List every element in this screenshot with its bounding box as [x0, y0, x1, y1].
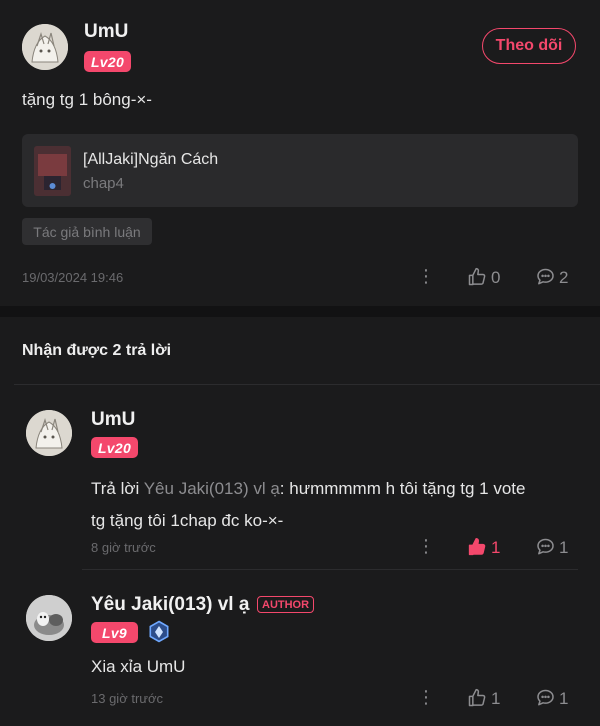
more-options-icon[interactable]: ⋮ — [417, 266, 435, 287]
comment-count: 1 — [559, 538, 569, 557]
post-timestamp: 19/03/2024 19:46 — [22, 270, 124, 285]
avatar[interactable] — [26, 410, 72, 456]
comment-icon[interactable] — [535, 267, 556, 287]
replies-header: Nhận được 2 trả lời — [22, 342, 172, 359]
user-name[interactable]: UmU — [91, 409, 135, 431]
verified-badge-icon — [147, 620, 171, 644]
like-count: 1 — [491, 689, 501, 708]
reply-body-cont: tg tặng tôi 1chap đc ko-×- — [91, 511, 284, 530]
avatar[interactable] — [22, 24, 68, 70]
follow-button[interactable]: Theo dõi — [482, 28, 576, 64]
like-count: 1 — [491, 538, 501, 557]
user-name[interactable]: UmU — [84, 21, 128, 43]
reply-text: Xia xỉa UmU — [91, 657, 186, 676]
reply-prefix: Trả lời — [91, 479, 144, 498]
comment-icon[interactable] — [535, 537, 556, 557]
level-badge: Lv20 — [91, 437, 138, 458]
user-name[interactable]: Yêu Jaki(013) vl ạ — [91, 594, 249, 616]
work-title: [AllJaki]Ngăn Cách — [83, 151, 219, 168]
reply-text: Trả lời Yêu Jaki(013) vl ạ: hưmmmmm h tô… — [91, 473, 571, 537]
author-badge: AUTHOR — [257, 596, 315, 613]
reply-divider — [82, 569, 578, 570]
header-divider — [14, 384, 600, 385]
author-comment-tag: Tác giả bình luận — [22, 218, 152, 245]
like-icon[interactable] — [467, 267, 487, 287]
level-badge: Lv9 — [91, 622, 138, 643]
work-chapter: chap4 — [83, 175, 124, 192]
more-options-icon[interactable]: ⋮ — [417, 536, 435, 557]
more-options-icon[interactable]: ⋮ — [417, 687, 435, 708]
like-count: 0 — [491, 268, 501, 287]
reply-body: : hưmmmmm h tôi tặng tg 1 vote — [279, 479, 526, 498]
like-icon-filled[interactable] — [467, 537, 487, 557]
work-cover-icon — [34, 146, 71, 196]
comment-count: 2 — [559, 268, 569, 287]
comment-icon[interactable] — [535, 688, 556, 708]
reply-target-link[interactable]: Yêu Jaki(013) vl ạ — [144, 479, 280, 498]
reply-time: 8 giờ trước — [91, 540, 156, 555]
post-text: tặng tg 1 bông-×- — [22, 90, 152, 109]
like-icon[interactable] — [467, 688, 487, 708]
work-card[interactable]: [AllJaki]Ngăn Cách chap4 — [22, 134, 578, 207]
section-divider — [0, 306, 600, 317]
avatar[interactable] — [26, 595, 72, 641]
reply-time: 13 giờ trước — [91, 691, 163, 706]
comment-count: 1 — [559, 689, 569, 708]
level-badge: Lv20 — [84, 51, 131, 72]
